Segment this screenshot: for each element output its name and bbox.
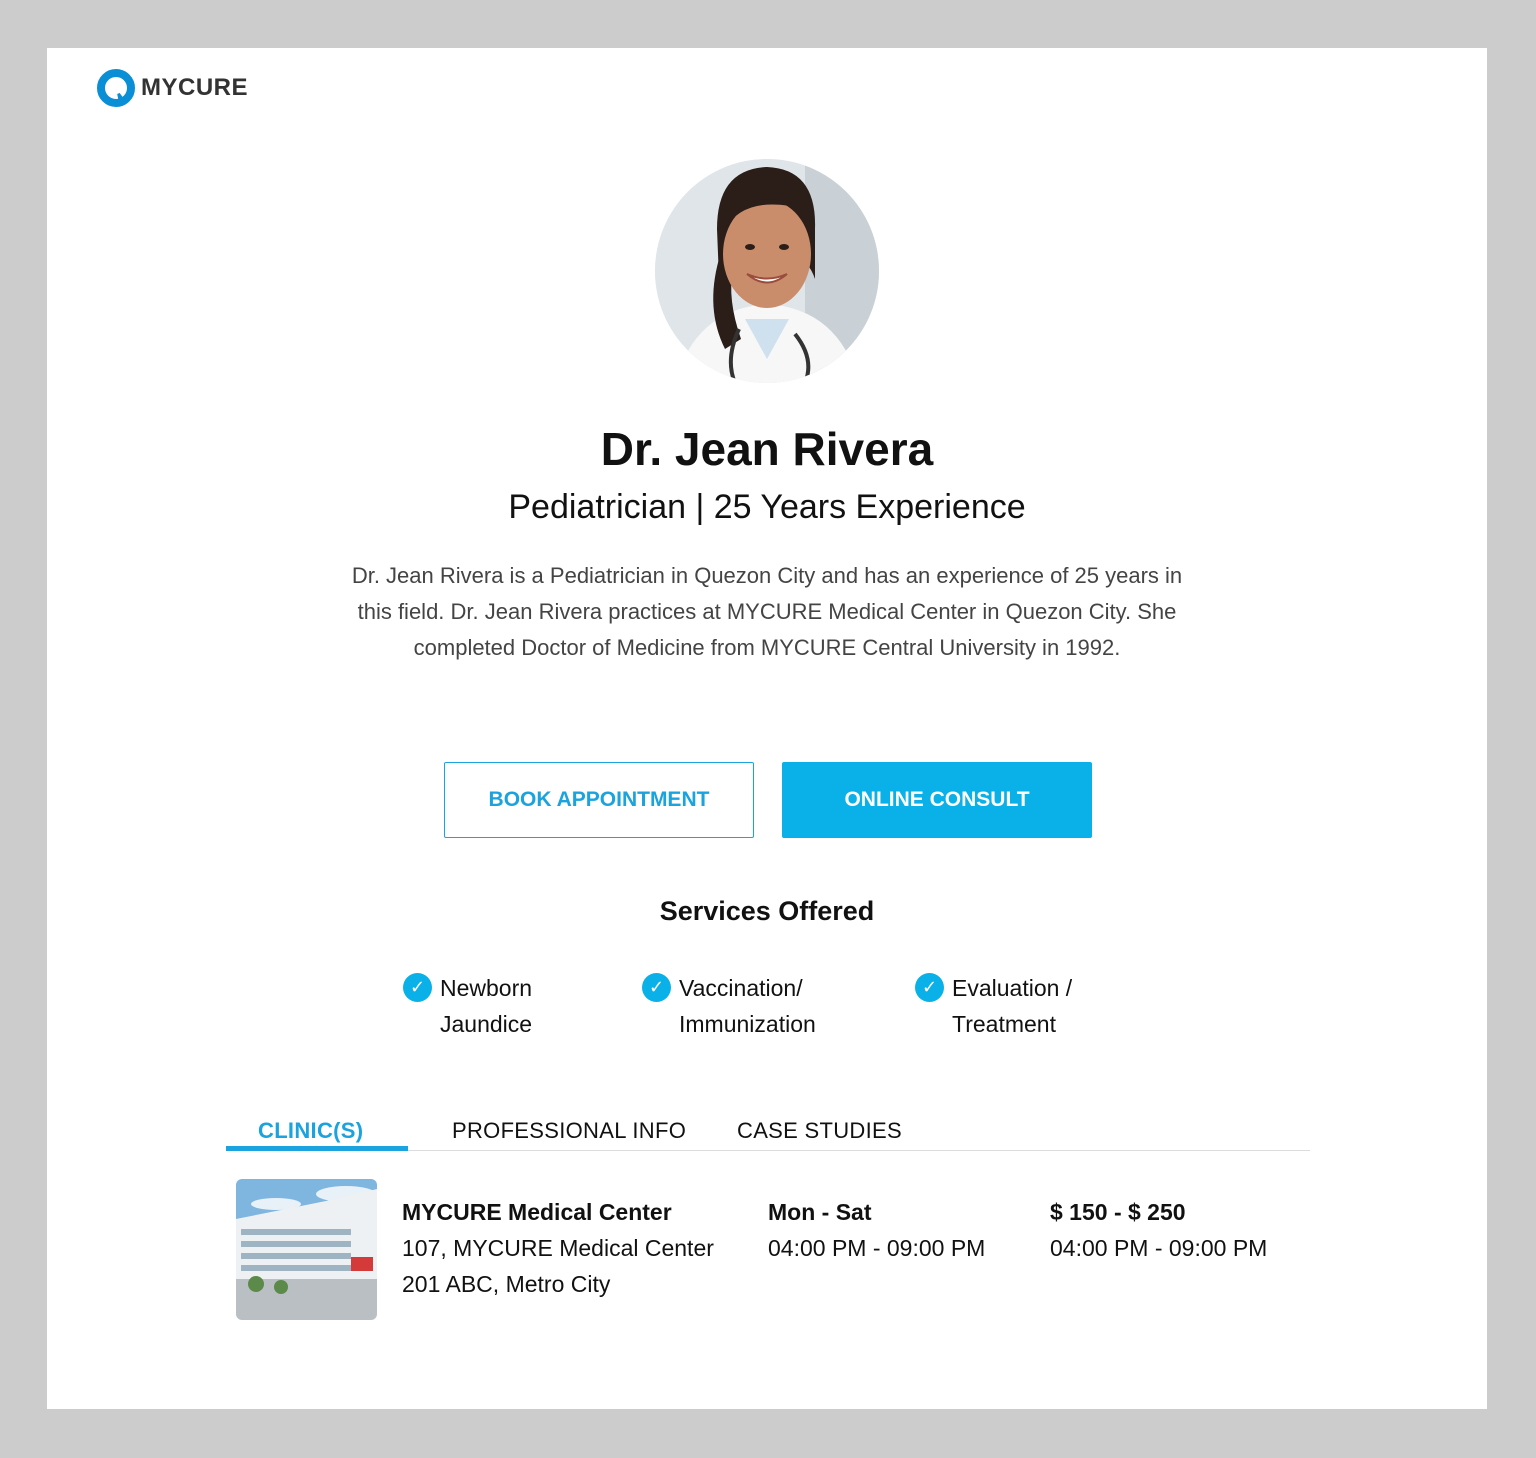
clinic-price: $ 150 - $ 250 bbox=[1050, 1199, 1186, 1225]
tab-clinics[interactable]: CLINIC(S) bbox=[258, 1118, 363, 1144]
service-label: Vaccination/ Immunization bbox=[679, 975, 816, 1037]
doctor-bio: Dr. Jean Rivera is a Pediatrician in Que… bbox=[351, 563, 1183, 660]
service-item-evaluation: ✓ Evaluation / Treatment bbox=[915, 970, 1072, 1042]
service-item-newborn-jaundice: ✓ Newborn Jaundice bbox=[403, 970, 532, 1042]
online-consult-button[interactable]: ONLINE CONSULT bbox=[782, 762, 1092, 838]
doctor-avatar bbox=[655, 159, 879, 383]
clinic-hours: 04:00 PM - 09:00 PM bbox=[768, 1235, 986, 1261]
clinic-photo bbox=[236, 1179, 377, 1320]
service-label: Newborn Jaundice bbox=[440, 975, 533, 1037]
clinic-address-line1: 107, MYCURE Medical Center bbox=[402, 1235, 714, 1261]
book-appointment-button[interactable]: BOOK APPOINTMENT bbox=[444, 762, 754, 838]
checkmark-icon: ✓ bbox=[915, 973, 944, 1002]
doctor-name: Dr. Jean Rivera bbox=[600, 423, 934, 475]
active-tab-indicator bbox=[226, 1146, 408, 1151]
brand-logo[interactable]: MYCURE bbox=[97, 66, 248, 110]
clinic-days: Mon - Sat bbox=[768, 1199, 872, 1225]
doctor-subtitle: Pediatrician | 25 Years Experience bbox=[508, 488, 1026, 526]
clinic-address-line2: 201 ABC, Metro City bbox=[402, 1271, 611, 1297]
checkmark-icon: ✓ bbox=[403, 973, 432, 1002]
mycure-logo-icon bbox=[97, 69, 135, 107]
doctor-profile-card: MYCURE Dr. Jean Rivera Pediatrician | 25… bbox=[47, 48, 1487, 1409]
tab-professional-info[interactable]: PROFESSIONAL INFO bbox=[452, 1118, 686, 1144]
clinic-price-hours: 04:00 PM - 09:00 PM bbox=[1050, 1235, 1268, 1261]
doctor-photo bbox=[655, 159, 879, 383]
service-label: Evaluation / Treatment bbox=[952, 975, 1073, 1037]
clinic-info: MYCURE Medical Center 107, MYCURE Medica… bbox=[402, 1194, 714, 1302]
services-title: Services Offered bbox=[659, 896, 875, 926]
tab-case-studies[interactable]: CASE STUDIES bbox=[737, 1118, 902, 1144]
clinic-schedule: Mon - Sat 04:00 PM - 09:00 PM bbox=[768, 1194, 985, 1266]
clinic-name[interactable]: MYCURE Medical Center bbox=[402, 1194, 714, 1230]
clinic-pricing: $ 150 - $ 250 04:00 PM - 09:00 PM bbox=[1050, 1194, 1267, 1266]
profile-tabs: CLINIC(S) PROFESSIONAL INFO CASE STUDIES bbox=[226, 1112, 1310, 1151]
checkmark-icon: ✓ bbox=[642, 973, 671, 1002]
brand-name: MYCURE bbox=[141, 74, 249, 101]
service-item-vaccination: ✓ Vaccination/ Immunization bbox=[642, 970, 816, 1042]
